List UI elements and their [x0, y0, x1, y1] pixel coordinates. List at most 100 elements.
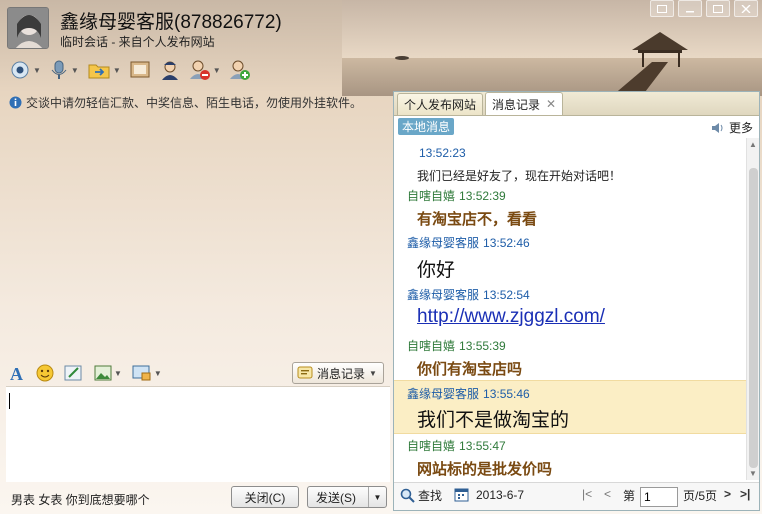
message-time: 13:52:46: [483, 236, 530, 250]
emoji-button[interactable]: [34, 362, 56, 384]
first-page-button[interactable]: |<: [582, 487, 592, 501]
local-messages-tag[interactable]: 本地消息: [398, 118, 455, 135]
camera-icon: [11, 61, 29, 79]
sender-name[interactable]: 自嗐自嬉: [407, 189, 455, 203]
message-text: 我们不是做淘宝的: [417, 410, 570, 431]
text-caret: [9, 393, 10, 409]
next-page-button[interactable]: >: [724, 487, 731, 501]
remote-assist-button[interactable]: [126, 57, 154, 83]
scroll-thumb[interactable]: [749, 168, 758, 468]
message-link[interactable]: http://www.zjggzl.com/: [417, 306, 605, 328]
message-text: 有淘宝店不，看看: [417, 211, 538, 228]
monitor-icon: [130, 61, 150, 78]
close-icon: [741, 4, 751, 13]
tab-message-history[interactable]: 消息记录 ✕: [485, 92, 564, 115]
message-scrollbar[interactable]: ▲ ▼: [746, 138, 759, 480]
scroll-down-icon[interactable]: ▼: [749, 469, 757, 478]
chevron-down-icon: ▼: [112, 65, 121, 75]
smiley-icon: [36, 364, 54, 382]
message-text: 你们有淘宝店吗: [417, 361, 523, 378]
bottom-bar: 男表 女表 你到底想要哪个 关闭(C) 发送(S) ▼: [6, 485, 390, 509]
last-page-button[interactable]: >|: [740, 487, 750, 501]
sender-name[interactable]: 鑫缘母婴客服: [407, 288, 479, 302]
more-button[interactable]: 更多: [710, 119, 753, 136]
find-label: 查找: [418, 489, 443, 503]
contact-avatar[interactable]: [7, 7, 49, 49]
left-message-area[interactable]: [9, 112, 389, 357]
history-icon: [297, 366, 313, 379]
handwrite-button[interactable]: [62, 362, 86, 384]
ad-link[interactable]: 男表 女表 你到底想要哪个: [11, 491, 150, 508]
contact-title: 鑫缘母婴客服(878826772): [60, 12, 282, 33]
message-header: 自嗐自嬉 13:52:39: [407, 187, 506, 204]
last-page-icon: >|: [740, 487, 751, 501]
minimize-icon: [686, 10, 694, 12]
message-time: 13:55:47: [459, 439, 506, 453]
message-header: 鑫缘母婴客服 13:52:46: [407, 234, 530, 251]
prev-page-button[interactable]: <: [604, 487, 611, 501]
close-chat-label: 关闭(C): [244, 490, 286, 505]
add-friend-button[interactable]: [226, 57, 254, 83]
image-button[interactable]: ▼: [92, 362, 124, 384]
maximize-button[interactable]: [706, 0, 730, 17]
send-button[interactable]: 发送(S) ▼: [307, 486, 387, 508]
message-input[interactable]: [6, 386, 390, 482]
chevron-down-icon: ▼: [114, 368, 122, 378]
window-controls: [650, 0, 758, 17]
sender-name[interactable]: 鑫缘母婴客服: [407, 236, 479, 250]
send-file-button[interactable]: ▼: [84, 57, 124, 83]
sender-name[interactable]: 自嗐自嬉: [407, 339, 455, 353]
picture-icon: [94, 365, 112, 381]
close-button[interactable]: [734, 0, 758, 17]
svg-text:A: A: [10, 364, 23, 382]
sender-name[interactable]: 自嗐自嬉: [407, 439, 455, 453]
agent-button[interactable]: [156, 57, 184, 83]
speaker-icon: [711, 122, 723, 133]
page-number-input[interactable]: [640, 487, 678, 507]
message-time: 13:55:46: [483, 387, 530, 401]
screenshot-button[interactable]: ▼: [130, 362, 164, 384]
message-header: 鑫缘母婴客服 13:52:54: [407, 286, 530, 303]
close-tab-icon[interactable]: ✕: [546, 97, 556, 111]
search-icon: [400, 488, 415, 503]
voice-call-button[interactable]: ▼: [46, 57, 82, 83]
message-text: 你好: [417, 260, 456, 281]
minimize-button[interactable]: [678, 0, 702, 17]
close-chat-button[interactable]: 关闭(C): [231, 486, 299, 508]
add-user-icon: [229, 60, 250, 80]
chevron-down-icon: ▼: [153, 368, 162, 378]
tab-label: 个人发布网站: [404, 98, 477, 112]
sender-name[interactable]: 鑫缘母婴客服: [407, 387, 479, 401]
send-label: 发送(S): [316, 490, 356, 505]
message-text: 网站标的是批发价吗: [417, 461, 553, 478]
scroll-up-icon[interactable]: ▲: [749, 140, 757, 149]
page-suffix: 页/5页: [683, 489, 718, 503]
skin-button[interactable]: [650, 0, 674, 17]
page-prefix: 第: [623, 489, 636, 503]
message-header: 鑫缘母婴客服 13:55:46: [407, 385, 530, 402]
remove-user-icon: [189, 60, 210, 80]
tab-label: 消息记录: [492, 97, 541, 112]
video-call-button[interactable]: ▼: [6, 57, 44, 83]
chevron-down-icon: ▼: [212, 65, 221, 75]
send-options-dropdown[interactable]: ▼: [368, 487, 386, 507]
find-button[interactable]: 查找: [400, 487, 442, 504]
message-time: 13:55:39: [459, 339, 506, 353]
chevron-down-icon: ▼: [70, 65, 79, 75]
panel-tabs: 个人发布网站 消息记录 ✕: [394, 92, 759, 116]
pen-icon: [64, 365, 82, 381]
message-text: 我们已经是好友了，现在开始对话吧！: [417, 169, 622, 183]
font-button[interactable]: A: [6, 362, 28, 384]
window-header: 鑫缘母婴客服(878826772) 临时会话 - 来自个人发布网站 ▼ ▼ ▼ …: [0, 0, 762, 92]
chevron-left-icon: <: [604, 487, 612, 501]
info-icon: [9, 96, 22, 109]
message-header: 自嗐自嬉 13:55:47: [407, 437, 506, 454]
chevron-right-icon: >: [724, 487, 732, 501]
history-panel: 个人发布网站 消息记录 ✕ 本地消息 更多 13:52:23 我们已经是好友了，…: [393, 91, 760, 511]
agent-icon: [161, 61, 178, 80]
tab-personal-site[interactable]: 个人发布网站: [397, 93, 484, 115]
message-time: 13:52:39: [459, 189, 506, 203]
block-user-button[interactable]: ▼: [186, 57, 224, 83]
date-picker[interactable]: 2013-6-7: [454, 487, 524, 502]
message-history-button[interactable]: 消息记录 ▼: [292, 362, 384, 384]
